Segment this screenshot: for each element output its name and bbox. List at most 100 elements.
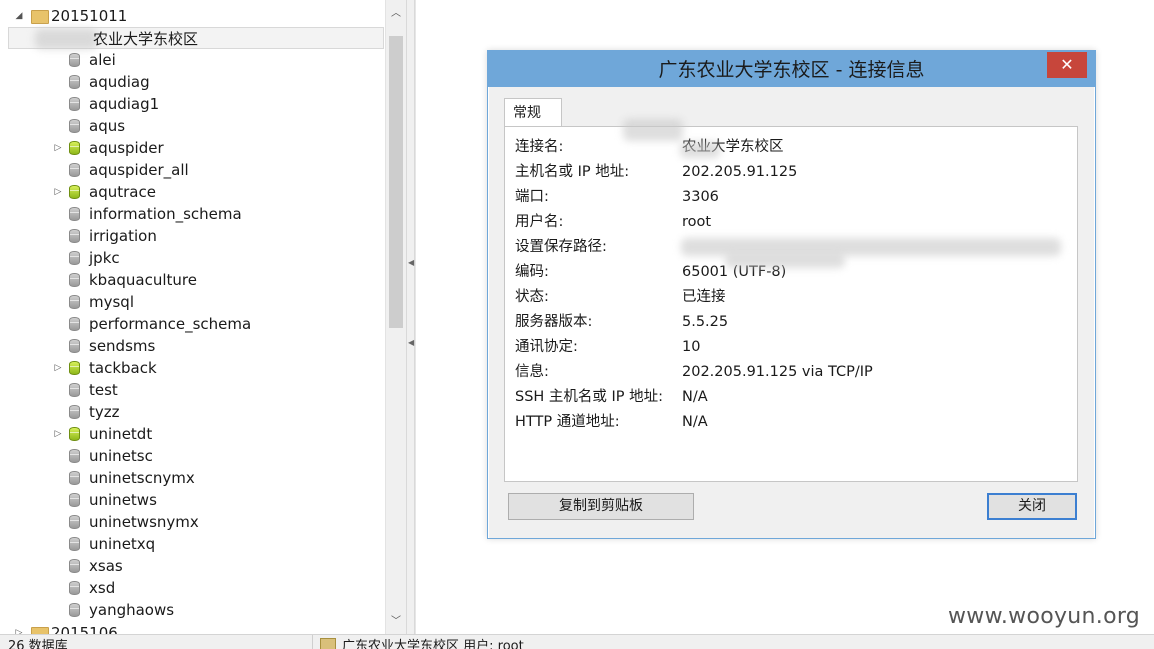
scrollbar-thumb[interactable] <box>389 36 403 328</box>
database-icon <box>69 405 80 419</box>
info-value: 5.5.25 <box>682 314 729 330</box>
info-key: 主机名或 IP 地址: <box>515 164 630 180</box>
tree-database-item[interactable]: ▷ uninetdt <box>0 423 384 445</box>
expand-arrow-icon[interactable]: ▷ <box>53 357 63 379</box>
info-key: 连接名: <box>515 139 564 155</box>
expand-arrow-icon[interactable]: ▷ <box>53 137 63 159</box>
status-bar: 26 数据库 广东农业大学东校区 用户: root <box>0 634 1154 649</box>
tree-database-item[interactable]: aqus <box>0 115 384 137</box>
info-value: 202.205.91.125 via TCP/IP <box>682 364 873 380</box>
tree-database-item[interactable]: sendsms <box>0 335 384 357</box>
tree-database-item[interactable]: mysql <box>0 291 384 313</box>
folder-label: 2015106 <box>51 624 118 634</box>
database-label: tyzz <box>89 403 120 421</box>
database-open-icon <box>69 361 80 375</box>
redacted-blur <box>680 142 720 158</box>
copy-to-clipboard-button[interactable]: 复制到剪贴板 <box>508 493 694 520</box>
scroll-up-icon[interactable]: ︿ <box>386 4 406 24</box>
database-icon <box>69 383 80 397</box>
database-label: irrigation <box>89 227 157 245</box>
tree-folder-2015106[interactable]: ▷ 2015106 <box>0 622 384 634</box>
tree-database-item[interactable]: uninetscnymx <box>0 467 384 489</box>
redacted-blur <box>725 254 845 268</box>
status-separator <box>312 635 313 649</box>
redacted-blur <box>35 29 97 49</box>
tree-database-item[interactable]: irrigation <box>0 225 384 247</box>
database-label: information_schema <box>89 205 242 223</box>
info-key: 端口: <box>515 189 549 205</box>
tree-database-item[interactable]: performance_schema <box>0 313 384 335</box>
tree-connection[interactable]: 农业大学东校区 <box>8 27 384 49</box>
tree-database-item[interactable]: kbaquaculture <box>0 269 384 291</box>
info-value: 已连接 <box>682 289 726 305</box>
collapse-arrow-icon[interactable]: ◢ <box>14 5 24 27</box>
database-icon <box>69 581 80 595</box>
tree-database-item[interactable]: xsd <box>0 577 384 599</box>
database-label: yanghaows <box>89 601 175 619</box>
database-icon <box>69 559 80 573</box>
database-label: jpkc <box>89 249 120 267</box>
tab-general[interactable]: 常规 <box>504 98 562 127</box>
database-icon <box>69 603 80 617</box>
tree-scrollbar[interactable]: ︿ ﹀ <box>385 0 406 634</box>
tree-database-item[interactable]: aquspider_all <box>0 159 384 181</box>
info-key: 状态: <box>515 289 549 305</box>
navigation-tree: ◢ 20151011 农业大学东校区 alei aqudiag aqudiag1 aq… <box>0 0 406 634</box>
tree-database-item[interactable]: tyzz <box>0 401 384 423</box>
database-label: alei <box>89 51 116 69</box>
close-icon[interactable]: ✕ <box>1047 52 1087 78</box>
database-label: uninetxq <box>89 535 156 553</box>
tree-database-item[interactable]: ▷ tackback <box>0 357 384 379</box>
tree-folder-20151011[interactable]: ◢ 20151011 <box>0 5 384 27</box>
tree-database-item[interactable]: xsas <box>0 555 384 577</box>
info-key: 用户名: <box>515 214 564 230</box>
info-value: N/A <box>682 389 708 405</box>
database-label: mysql <box>89 293 134 311</box>
close-button[interactable]: 关闭 <box>987 493 1077 520</box>
database-icon <box>69 119 80 133</box>
tree-database-item[interactable]: yanghaows <box>0 599 384 621</box>
tree-database-item[interactable]: ▷ aquspider <box>0 137 384 159</box>
database-icon <box>69 163 80 177</box>
collapse-left-icon[interactable]: ◀ <box>408 256 414 270</box>
database-label: uninetscnymx <box>89 469 195 487</box>
info-value: N/A <box>682 414 708 430</box>
info-key: 设置保存路径: <box>515 239 607 255</box>
database-icon <box>69 317 80 331</box>
tree-database-item[interactable]: aqudiag1 <box>0 93 384 115</box>
info-key: 通讯协定: <box>515 339 578 355</box>
database-label: xsd <box>89 579 116 597</box>
database-icon <box>69 229 80 243</box>
database-icon <box>69 515 80 529</box>
database-label: aqutrace <box>89 183 156 201</box>
database-label: tackback <box>89 359 157 377</box>
tree-database-item[interactable]: test <box>0 379 384 401</box>
database-label: uninetws <box>89 491 157 509</box>
database-icon <box>69 53 80 67</box>
panel-splitter[interactable]: ◀ ◀ <box>406 0 415 634</box>
tree-database-item[interactable]: jpkc <box>0 247 384 269</box>
scroll-down-icon[interactable]: ﹀ <box>386 612 406 632</box>
connection-info-dialog: 广东农业大学东校区 - 连接信息 ✕ 常规 连接名: 农业大学东校区 主机名或 IP… <box>487 50 1096 539</box>
database-open-icon <box>69 141 80 155</box>
database-icon <box>69 471 80 485</box>
tree-database-item[interactable]: information_schema <box>0 203 384 225</box>
dialog-body: 常规 连接名: 农业大学东校区 主机名或 IP 地址: 202.205.91.125 端… <box>489 87 1094 538</box>
tree-database-item[interactable]: uninetws <box>0 489 384 511</box>
tree-database-item[interactable]: uninetxq <box>0 533 384 555</box>
expand-arrow-icon[interactable]: ▷ <box>14 622 24 634</box>
tree-database-item[interactable]: ▷ aqutrace <box>0 181 384 203</box>
database-label: aqus <box>89 117 126 135</box>
collapse-left-icon[interactable]: ◀ <box>408 336 414 350</box>
database-icon <box>69 339 80 353</box>
expand-arrow-icon[interactable]: ▷ <box>53 181 63 203</box>
database-icon <box>69 537 80 551</box>
tree-database-item[interactable]: alei <box>0 49 384 71</box>
tree-database-item[interactable]: aqudiag <box>0 71 384 93</box>
expand-arrow-icon[interactable]: ▷ <box>53 423 63 445</box>
folder-icon <box>31 627 49 634</box>
info-value: root <box>682 214 712 230</box>
tree-database-item[interactable]: uninetwsnymx <box>0 511 384 533</box>
tree-database-item[interactable]: uninetsc <box>0 445 384 467</box>
folder-icon <box>31 10 49 24</box>
